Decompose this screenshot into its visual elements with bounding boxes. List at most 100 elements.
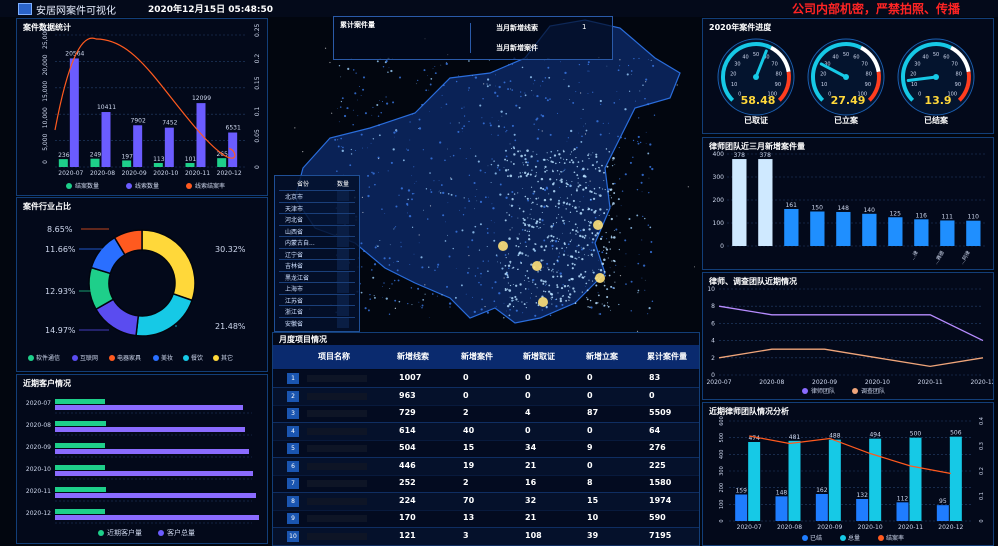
map-dot (584, 219, 586, 221)
bar-closed (815, 494, 828, 521)
province-row[interactable]: 浙江省 (279, 305, 355, 316)
table-row[interactable]: 8 224 70 32 15 1974 (273, 492, 699, 511)
row-index-badge: 2 (287, 390, 299, 402)
map-dot (360, 133, 363, 136)
map-dot (486, 83, 488, 85)
map-dot (339, 106, 342, 108)
redacted-project-name (307, 375, 367, 382)
map-dot (577, 185, 580, 188)
map-dot (508, 237, 511, 240)
map-dot (553, 271, 555, 273)
map-dot (391, 283, 393, 285)
map-dot (558, 256, 560, 258)
map-dot (628, 90, 631, 92)
map-dot (572, 101, 575, 104)
map-dot (642, 264, 646, 267)
map-dot (531, 225, 534, 228)
map-dot (519, 175, 523, 178)
x-tick-label: 2020-07 (58, 170, 83, 177)
map-dot (375, 260, 377, 262)
province-row[interactable]: 江苏省 (279, 293, 355, 305)
province-row[interactable]: 天津市 (279, 201, 355, 213)
bar-recent (55, 509, 105, 514)
map-dot (525, 161, 528, 164)
gauge-tick: 70 (951, 61, 957, 67)
recent-lawyer-panel: 近期律师团队情况分析 0 100 200 300 400 500 600 0 0.1 0.2 0.3… (702, 402, 994, 546)
map-dot (440, 184, 443, 186)
map-dot (374, 183, 376, 186)
bar (888, 217, 903, 246)
map-dot (503, 302, 505, 304)
map-dot (411, 304, 413, 306)
map-dot (560, 286, 564, 290)
map-dot (549, 314, 552, 317)
province-row[interactable]: 上海市 (279, 282, 355, 293)
x-tick-label: 2020-12 (938, 524, 963, 531)
data-label: 132 (856, 492, 868, 499)
map-dot (598, 268, 600, 270)
map-dot (430, 189, 432, 191)
map-dot (586, 298, 589, 301)
map-dot (621, 190, 624, 192)
map-dot (536, 225, 538, 228)
map-dot (644, 97, 646, 100)
map-dot (413, 166, 415, 168)
map-dot (460, 284, 463, 287)
table-row[interactable]: 7 252 2 16 8 1580 (273, 475, 699, 493)
count-cell (337, 248, 349, 259)
map-dot (574, 249, 577, 253)
map-dot (515, 245, 518, 247)
map-dot (628, 217, 631, 221)
table-row[interactable]: 6 446 19 21 0 225 (273, 457, 699, 476)
map-dot (603, 258, 606, 262)
table-row[interactable]: 10 121 3 108 39 7195 (273, 527, 699, 546)
map-dot (563, 284, 567, 288)
table-row[interactable]: 9 170 13 21 10 590 (273, 510, 699, 528)
map-dot (625, 253, 627, 255)
gauge-tick: 50 (843, 52, 849, 58)
map-dot (459, 209, 460, 211)
table-row[interactable]: 2 963 0 0 0 0 (273, 387, 699, 406)
map-dot (548, 284, 551, 287)
province-row[interactable]: 内蒙古自... (279, 236, 355, 247)
map-dot (534, 175, 537, 178)
province-row[interactable]: 山西省 (279, 224, 355, 236)
map-dot (630, 310, 632, 312)
map-dot (527, 199, 530, 202)
province-row[interactable]: 河北省 (279, 213, 355, 224)
map-dot (587, 254, 589, 256)
map-dot (566, 197, 569, 199)
map-dot (534, 79, 536, 82)
table-row[interactable]: 1 1007 0 0 0 83 (273, 370, 699, 388)
province-row[interactable]: 吉林省 (279, 259, 355, 270)
table-cell: 1007 (399, 373, 422, 382)
province-row[interactable]: 辽宁省 (279, 247, 355, 259)
map-dot (574, 302, 577, 305)
table-row[interactable]: 3 729 2 4 87 5509 (273, 405, 699, 423)
map-dot (355, 72, 357, 74)
map-dot (533, 190, 536, 193)
province-row[interactable]: 黑龙江省 (279, 270, 355, 282)
lawyers-chart: 0 100 200 300 400 378 378 161 150 148 140 125 116...… (713, 151, 987, 266)
province-row[interactable]: 安徽省 (279, 316, 355, 328)
bar-clues (164, 127, 174, 167)
map-dot (518, 251, 522, 254)
map-dot (397, 260, 399, 262)
map-dot (367, 309, 370, 312)
map-dot (555, 222, 558, 224)
map-dot (439, 190, 441, 192)
map-dot (645, 143, 647, 144)
col-header-count: 数量 (337, 181, 350, 188)
map-dot (378, 134, 381, 137)
map-dot (605, 148, 608, 150)
map-dot (494, 222, 495, 224)
map-dot (368, 186, 370, 188)
map-dot (549, 198, 552, 201)
table-row[interactable]: 5 504 15 34 9 276 (273, 440, 699, 458)
map-dot (507, 168, 510, 171)
table-cell: 3 (463, 530, 469, 540)
table-cell: 121 (399, 530, 416, 540)
map-dot (389, 244, 391, 246)
table-row[interactable]: 4 614 40 0 0 64 (273, 422, 699, 441)
province-row[interactable]: 北京市 (279, 190, 355, 201)
